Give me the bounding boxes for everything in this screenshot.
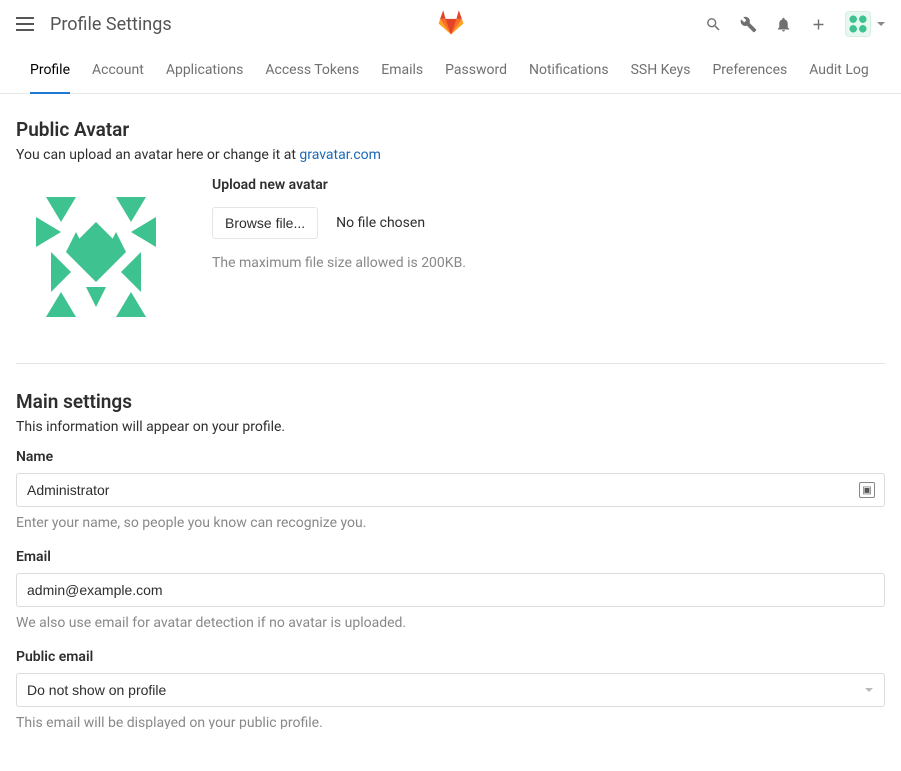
avatar-preview bbox=[16, 177, 176, 337]
gravatar-link[interactable]: gravatar.com bbox=[299, 147, 381, 163]
menu-toggle-icon[interactable] bbox=[16, 17, 34, 31]
tab-profile[interactable]: Profile bbox=[30, 48, 70, 94]
tab-applications[interactable]: Applications bbox=[166, 48, 244, 93]
tab-notifications[interactable]: Notifications bbox=[529, 48, 609, 93]
search-icon[interactable] bbox=[705, 16, 722, 33]
name-help: Enter your name, so people you know can … bbox=[16, 515, 885, 531]
section-divider bbox=[16, 363, 885, 364]
public-email-help: This email will be displayed on your pub… bbox=[16, 715, 885, 729]
tab-account[interactable]: Account bbox=[92, 48, 144, 93]
wrench-icon[interactable] bbox=[740, 16, 757, 33]
browse-file-button[interactable]: Browse file... bbox=[212, 207, 318, 239]
tab-emails[interactable]: Emails bbox=[381, 48, 423, 93]
name-label: Name bbox=[16, 449, 885, 465]
tab-access-tokens[interactable]: Access Tokens bbox=[265, 48, 359, 93]
avatar-icon bbox=[845, 11, 871, 37]
avatar-intro-text: You can upload an avatar here or change … bbox=[16, 147, 299, 163]
file-size-note: The maximum file size allowed is 200KB. bbox=[212, 255, 466, 271]
avatar-section-title: Public Avatar bbox=[16, 118, 885, 141]
page-title: Profile Settings bbox=[50, 14, 172, 35]
tab-ssh-keys[interactable]: SSH Keys bbox=[631, 48, 691, 93]
email-help: We also use email for avatar detection i… bbox=[16, 615, 885, 631]
main-settings-subtitle: This information will appear on your pro… bbox=[16, 419, 885, 435]
tab-preferences[interactable]: Preferences bbox=[712, 48, 787, 93]
upload-heading: Upload new avatar bbox=[212, 177, 466, 193]
autofill-icon[interactable]: ▣ bbox=[859, 482, 875, 498]
main-settings-title: Main settings bbox=[16, 390, 885, 413]
public-email-select[interactable]: Do not show on profile bbox=[16, 673, 885, 707]
public-email-label: Public email bbox=[16, 649, 885, 665]
avatar-section-subtitle: You can upload an avatar here or change … bbox=[16, 147, 885, 163]
settings-tabs: Profile Account Applications Access Toke… bbox=[0, 48, 901, 94]
bell-icon[interactable] bbox=[775, 16, 792, 33]
plus-icon[interactable] bbox=[810, 16, 827, 33]
chevron-down-icon bbox=[877, 22, 885, 26]
name-input[interactable] bbox=[16, 473, 885, 507]
tab-password[interactable]: Password bbox=[445, 48, 507, 93]
tab-audit-log[interactable]: Audit Log bbox=[809, 48, 869, 93]
user-menu[interactable] bbox=[845, 11, 885, 37]
no-file-text: No file chosen bbox=[336, 215, 425, 231]
email-label: Email bbox=[16, 549, 885, 565]
email-input[interactable] bbox=[16, 573, 885, 607]
gitlab-logo[interactable] bbox=[437, 8, 465, 40]
